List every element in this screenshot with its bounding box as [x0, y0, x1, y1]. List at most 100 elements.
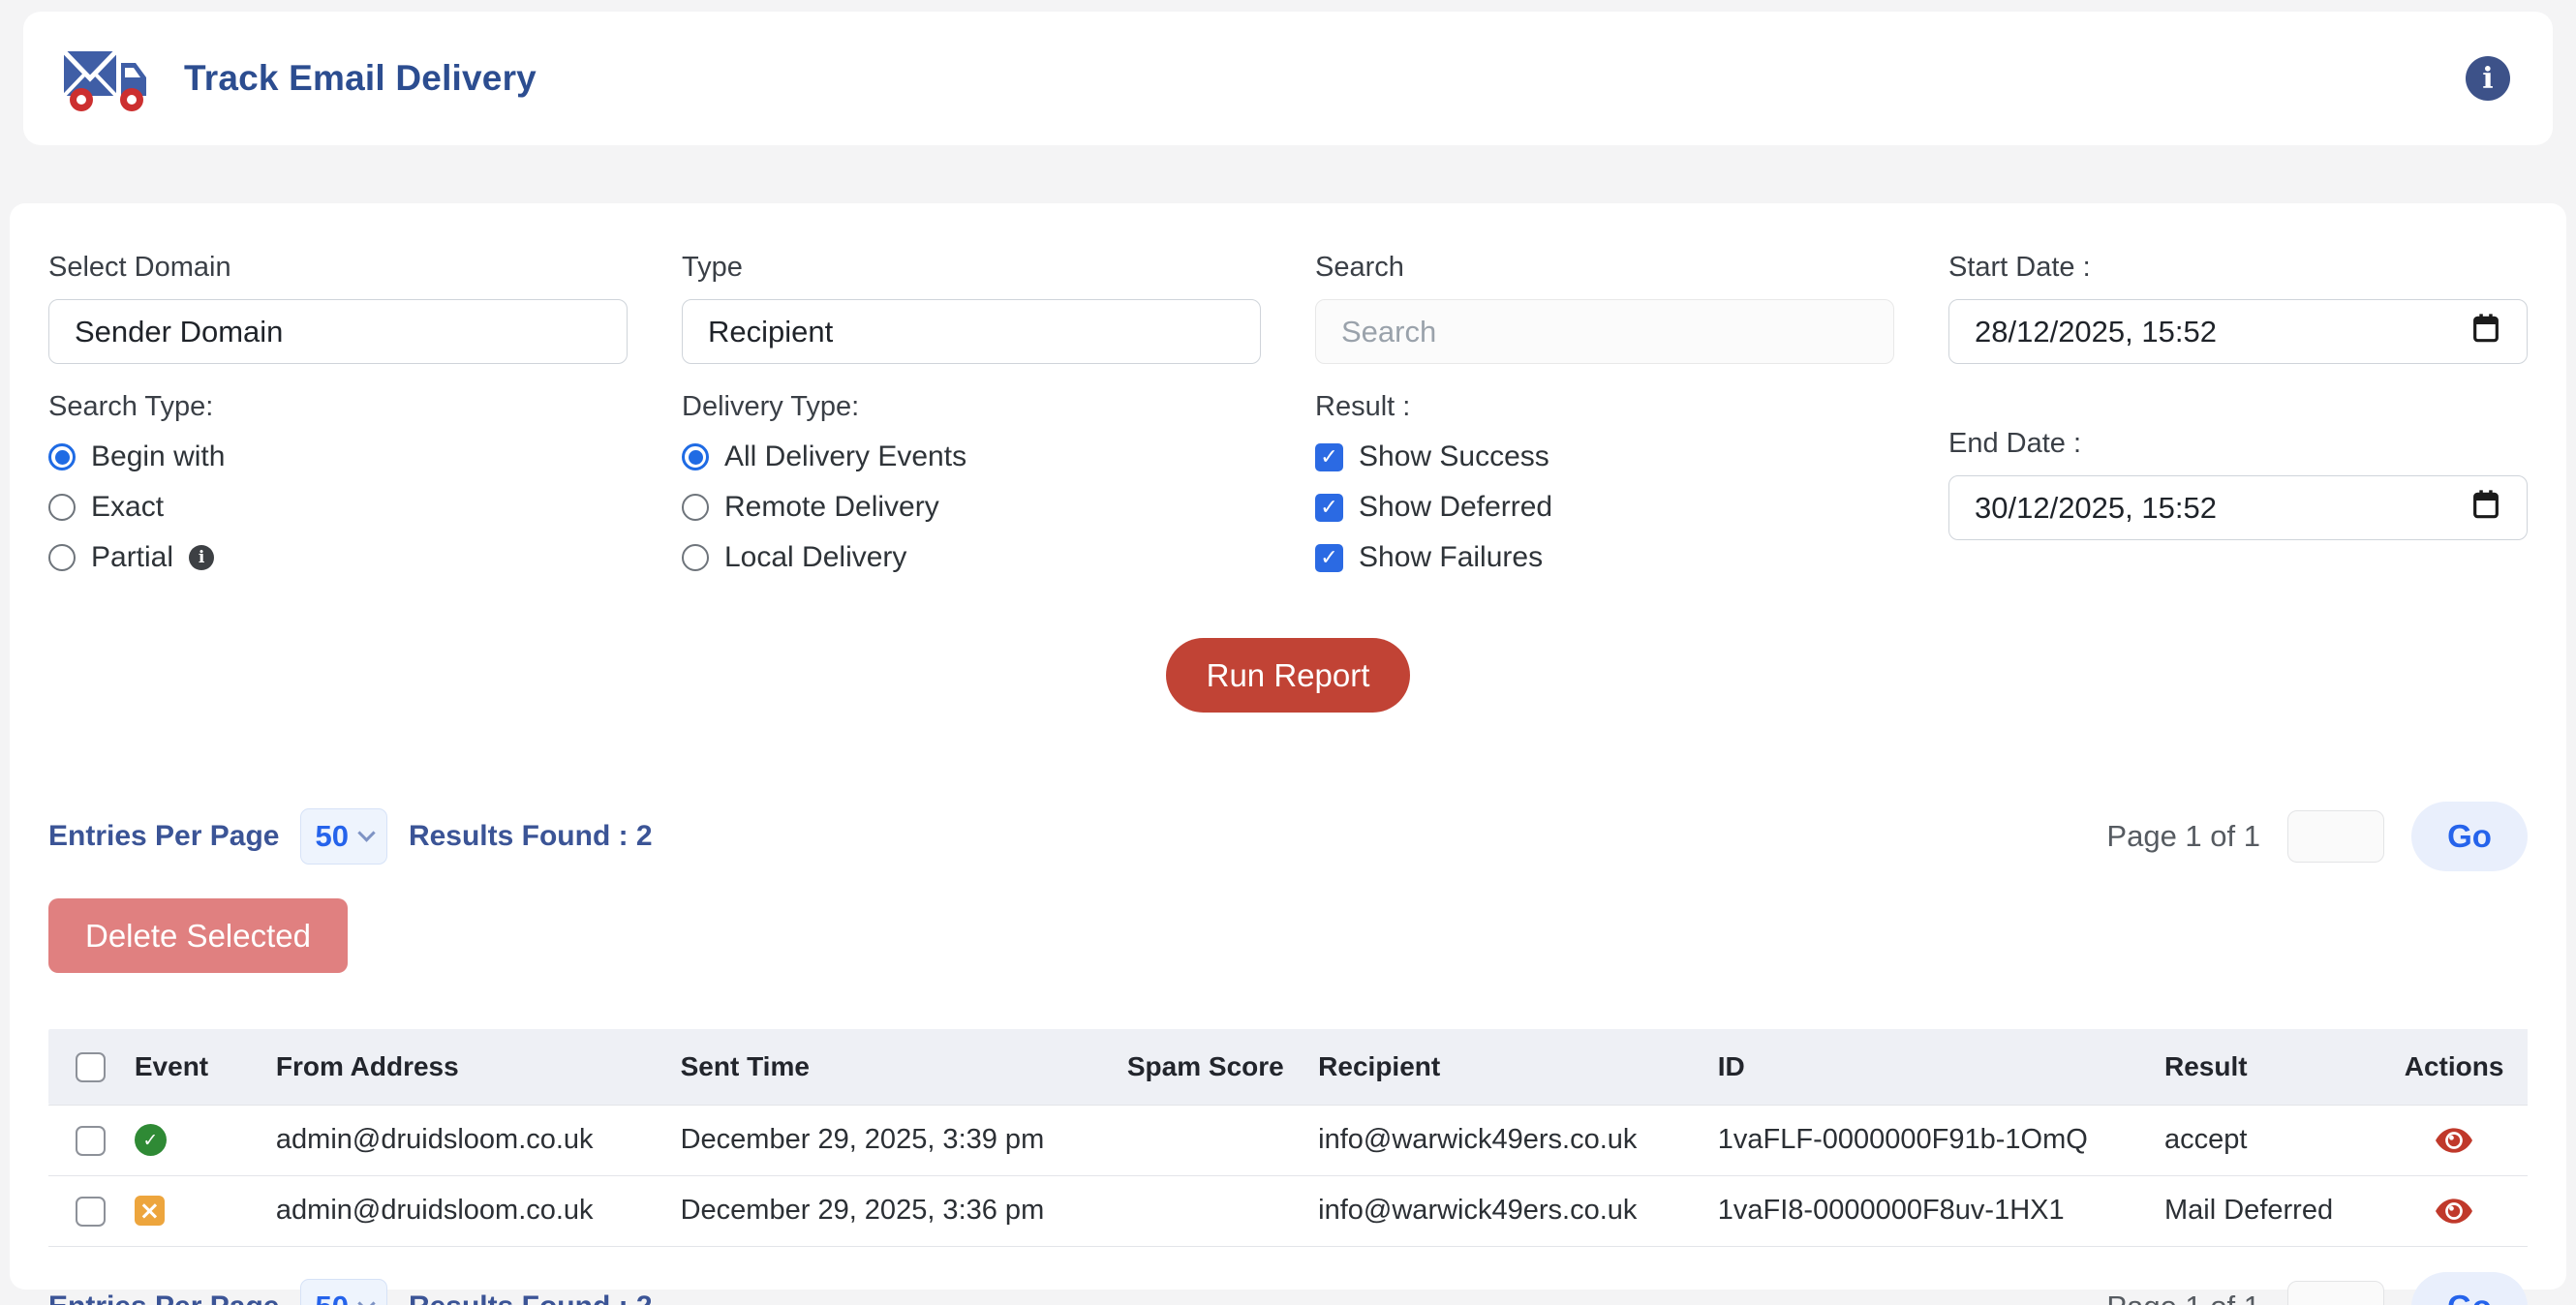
run-report-button[interactable]: Run Report	[1166, 638, 1411, 713]
col-recipient: Recipient	[1306, 1029, 1706, 1105]
col-event: Event	[123, 1029, 264, 1105]
checkbox-label: Show Success	[1359, 440, 1549, 473]
sent-time-cell: December 29, 2025, 3:36 pm	[669, 1175, 1116, 1246]
radio-remote-delivery[interactable]: Remote Delivery	[682, 491, 1261, 524]
spam-score-cell	[1116, 1105, 1306, 1175]
event-cell: ✓	[123, 1105, 264, 1175]
radio-local-delivery[interactable]: Local Delivery	[682, 541, 1261, 574]
calendar-icon[interactable]	[2470, 312, 2501, 352]
partial-info-icon[interactable]: i	[189, 545, 214, 570]
header-info-icon[interactable]: i	[2466, 56, 2510, 101]
radio-begin-with[interactable]: Begin with	[48, 440, 628, 473]
list-controls-top: Entries Per Page 50 Results Found : 2 Pa…	[48, 802, 2528, 871]
col-spam-score: Spam Score	[1116, 1029, 1306, 1105]
go-button[interactable]: Go	[2411, 1272, 2528, 1305]
radio-icon[interactable]	[682, 443, 709, 470]
recipient-cell: info@warwick49ers.co.uk	[1306, 1105, 1706, 1175]
entries-per-page-select[interactable]: 50	[300, 808, 386, 865]
checkbox-icon[interactable]: ✓	[1315, 494, 1343, 522]
radio-label: Local Delivery	[724, 541, 906, 574]
view-details-eye-icon[interactable]	[2436, 1128, 2472, 1153]
col-sent-time: Sent Time	[669, 1029, 1116, 1105]
delivery-type-group: Delivery Type: All Delivery Events Remot…	[682, 391, 1261, 574]
radio-all-delivery-events[interactable]: All Delivery Events	[682, 440, 1261, 473]
filter-col-domain: Select Domain Sender Domain Search Type:…	[48, 252, 628, 574]
filter-col-search: Search Result : ✓ Show Success ✓ Show De…	[1315, 252, 1894, 574]
type-select[interactable]: Recipient	[682, 299, 1261, 364]
type-label: Type	[682, 252, 1261, 284]
actions-cell	[2378, 1175, 2528, 1246]
radio-exact[interactable]: Exact	[48, 491, 628, 524]
filter-col-type: Type Recipient Delivery Type: All Delive…	[682, 252, 1261, 574]
info-glyph: i	[2482, 62, 2493, 96]
checkbox-label: Show Deferred	[1359, 491, 1552, 524]
row-checkbox[interactable]	[76, 1126, 106, 1156]
deferred-cross-icon: ×	[135, 1196, 165, 1226]
start-date-label: Start Date :	[1948, 252, 2528, 284]
checkbox-show-success[interactable]: ✓ Show Success	[1315, 440, 1894, 473]
table-row: ✓ admin@druidsloom.co.uk December 29, 20…	[48, 1105, 2528, 1175]
results-found-label: Results Found : 2	[409, 820, 653, 853]
search-label: Search	[1315, 252, 1894, 284]
checkbox-icon[interactable]: ✓	[1315, 544, 1343, 572]
radio-icon[interactable]	[48, 443, 76, 470]
table-header-row: Event From Address Sent Time Spam Score …	[48, 1029, 2528, 1105]
col-actions: Actions	[2378, 1029, 2528, 1105]
entries-per-page-select[interactable]: 50	[300, 1279, 386, 1305]
radio-icon[interactable]	[682, 544, 709, 571]
page: Track Email Delivery i Select Domain Sen…	[0, 0, 2576, 1305]
radio-label: Begin with	[91, 440, 225, 473]
run-report-row: Run Report	[48, 638, 2528, 713]
radio-partial[interactable]: Partial i	[48, 541, 628, 574]
mail-truck-icon	[62, 36, 159, 122]
view-details-eye-icon[interactable]	[2436, 1199, 2472, 1224]
entries-per-page-label: Entries Per Page	[48, 1290, 279, 1305]
end-date-input[interactable]: 30/12/2025, 15:52	[1948, 475, 2528, 540]
spam-score-cell	[1116, 1175, 1306, 1246]
recipient-cell: info@warwick49ers.co.uk	[1306, 1175, 1706, 1246]
result-group: Result : ✓ Show Success ✓ Show Deferred …	[1315, 391, 1894, 574]
main-card: Select Domain Sender Domain Search Type:…	[10, 203, 2566, 1290]
page-title: Track Email Delivery	[184, 58, 537, 99]
col-id: ID	[1706, 1029, 2153, 1105]
delivery-type-label: Delivery Type:	[682, 391, 1261, 423]
entries-per-page-label: Entries Per Page	[48, 820, 279, 853]
radio-icon[interactable]	[48, 494, 76, 521]
select-all-checkbox[interactable]	[76, 1052, 106, 1082]
col-result: Result	[2153, 1029, 2378, 1105]
from-address-cell: admin@druidsloom.co.uk	[264, 1175, 669, 1246]
radio-icon[interactable]	[48, 544, 76, 571]
from-address-cell: admin@druidsloom.co.uk	[264, 1105, 669, 1175]
end-date-value: 30/12/2025, 15:52	[1975, 491, 2217, 526]
checkbox-label: Show Failures	[1359, 541, 1543, 574]
entries-per-page-value: 50	[315, 1290, 348, 1305]
header-card: Track Email Delivery i	[23, 12, 2553, 145]
result-label: Result :	[1315, 391, 1894, 423]
sent-time-cell: December 29, 2025, 3:39 pm	[669, 1105, 1116, 1175]
radio-label: Exact	[91, 491, 164, 524]
start-date-input[interactable]: 28/12/2025, 15:52	[1948, 299, 2528, 364]
calendar-icon[interactable]	[2470, 488, 2501, 529]
checkbox-icon[interactable]: ✓	[1315, 443, 1343, 471]
row-checkbox[interactable]	[76, 1197, 106, 1227]
page-number-input[interactable]	[2287, 810, 2384, 863]
entries-controls: Entries Per Page 50 Results Found : 2	[48, 808, 653, 865]
checkbox-show-failures[interactable]: ✓ Show Failures	[1315, 541, 1894, 574]
row-select-cell	[48, 1105, 123, 1175]
checkbox-show-deferred[interactable]: ✓ Show Deferred	[1315, 491, 1894, 524]
id-cell: 1vaFLF-0000000F91b-1OmQ	[1706, 1105, 2153, 1175]
go-button[interactable]: Go	[2411, 802, 2528, 871]
page-number-input[interactable]	[2287, 1281, 2384, 1305]
search-input[interactable]	[1315, 299, 1894, 364]
sender-domain-select[interactable]: Sender Domain	[48, 299, 628, 364]
end-date-group: End Date : 30/12/2025, 15:52	[1948, 428, 2528, 540]
end-date-label: End Date :	[1948, 428, 2528, 460]
search-type-group: Search Type: Begin with Exact Partial i	[48, 391, 628, 574]
pagination-bottom: Page 1 of 1 Go	[2106, 1272, 2528, 1305]
filters: Select Domain Sender Domain Search Type:…	[48, 252, 2528, 574]
row-select-cell	[48, 1175, 123, 1246]
page-indicator: Page 1 of 1	[2106, 1290, 2260, 1305]
delete-selected-button[interactable]: Delete Selected	[48, 898, 348, 973]
radio-icon[interactable]	[682, 494, 709, 521]
result-cell: Mail Deferred	[2153, 1175, 2378, 1246]
